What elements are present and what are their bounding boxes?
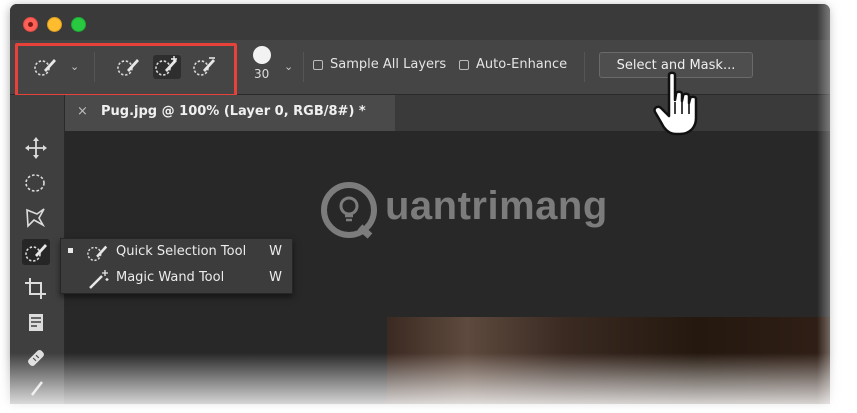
frame-tool-icon[interactable] xyxy=(22,310,50,336)
quick-selection-tool-icon[interactable] xyxy=(22,239,50,265)
tool-flyout-menu: Quick Selection Tool W Magic Wand Tool W xyxy=(60,238,293,294)
flyout-item-shortcut: W xyxy=(269,244,282,259)
brush-preview-icon[interactable] xyxy=(253,46,271,64)
zoom-window-button[interactable] xyxy=(71,17,86,32)
document-tab[interactable]: × Pug.jpg @ 100% (Layer 0, RGB/8#) * xyxy=(65,95,395,131)
add-to-selection-icon[interactable] xyxy=(153,55,181,79)
brush-size: 30 xyxy=(254,67,270,81)
sample-all-layers-label: Sample All Layers xyxy=(330,57,447,72)
lightbulb-logo-icon xyxy=(321,182,377,239)
flyout-item-label: Quick Selection Tool xyxy=(116,244,247,259)
close-window-button[interactable] xyxy=(23,17,38,32)
sample-all-layers-checkbox[interactable] xyxy=(313,60,323,70)
document-tab-bar: × Pug.jpg @ 100% (Layer 0, RGB/8#) * xyxy=(65,95,830,131)
title-bar xyxy=(10,4,830,40)
flyout-item-quick-selection[interactable]: Quick Selection Tool W xyxy=(61,240,292,266)
quick-selection-preset-icon[interactable] xyxy=(32,55,60,79)
divider xyxy=(303,52,304,82)
chevron-down-icon[interactable]: ⌄ xyxy=(284,60,293,73)
flyout-item-label: Magic Wand Tool xyxy=(116,270,225,285)
marquee-tool-icon[interactable] xyxy=(22,170,50,196)
new-selection-icon[interactable] xyxy=(115,55,143,79)
crop-tool-icon[interactable] xyxy=(22,275,50,301)
flyout-item-magic-wand[interactable]: Magic Wand Tool W xyxy=(61,266,292,292)
document-tab-title: Pug.jpg @ 100% (Layer 0, RGB/8#) * xyxy=(101,104,366,119)
minimize-window-button[interactable] xyxy=(47,17,62,32)
move-tool-icon[interactable] xyxy=(22,135,50,161)
auto-enhance-checkbox[interactable] xyxy=(459,60,469,70)
chevron-down-icon[interactable]: ⌄ xyxy=(70,60,79,73)
quick-selection-icon xyxy=(87,245,108,262)
selected-indicator xyxy=(68,248,73,253)
photoshop-window: ⌄ 30 ⌄ Sample All Layers Auto-Enhance Se… xyxy=(10,4,830,404)
divider xyxy=(94,52,95,82)
watermark-text: uantrimang xyxy=(385,184,608,228)
lasso-tool-icon[interactable] xyxy=(22,205,50,231)
divider xyxy=(584,52,585,82)
right-fade xyxy=(817,0,857,413)
magic-wand-icon xyxy=(89,270,109,289)
hand-cursor-icon xyxy=(653,71,698,136)
close-tab-icon[interactable]: × xyxy=(77,104,88,119)
flyout-item-shortcut: W xyxy=(269,270,282,285)
bottom-fade xyxy=(0,353,857,413)
watermark: uantrimang xyxy=(293,178,633,242)
auto-enhance-label: Auto-Enhance xyxy=(476,57,568,72)
subtract-from-selection-icon[interactable] xyxy=(191,55,219,79)
